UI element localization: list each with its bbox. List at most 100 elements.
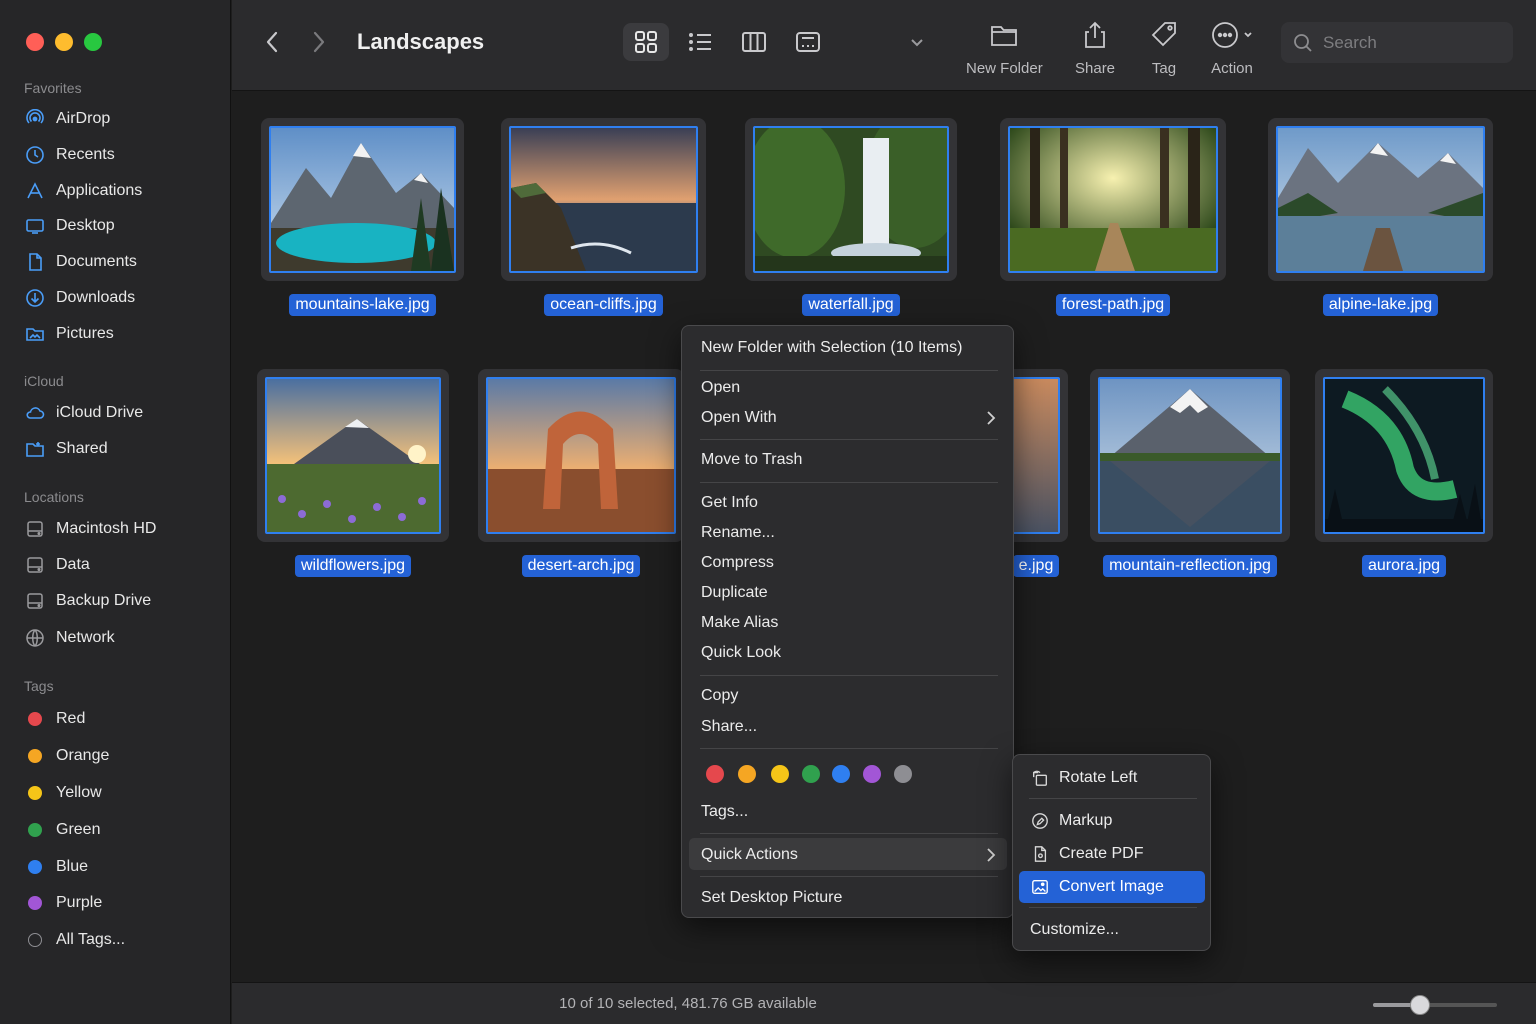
tag-dot-icon (28, 749, 42, 763)
file-item-waterfall[interactable]: waterfall.jpg (745, 118, 957, 316)
menu-item-quick-actions[interactable]: Quick Actions (701, 846, 996, 864)
menu-item-duplicate[interactable]: Duplicate (701, 584, 768, 602)
image-thumbnail (509, 126, 698, 273)
tag-color-green[interactable] (802, 765, 820, 783)
toolbar: Landscapes New Folder Share Tag Action (232, 0, 1536, 91)
slider-knob[interactable] (1410, 995, 1431, 1015)
more-options-icon (1212, 22, 1252, 48)
back-button[interactable] (257, 26, 287, 58)
tag-color-purple[interactable] (863, 765, 881, 783)
sidebar-tag-yellow[interactable]: Yellow (24, 779, 219, 807)
file-name: wildflowers.jpg (294, 555, 412, 577)
share-button[interactable]: Share (1075, 20, 1115, 77)
gallery-view-button[interactable] (785, 23, 831, 61)
sidebar-tag-purple[interactable]: Purple (24, 889, 219, 917)
menu-item-label: Open With (701, 409, 777, 426)
menu-item-move-to-trash[interactable]: Move to Trash (701, 451, 802, 469)
sidebar-item-data[interactable]: Data (24, 551, 219, 579)
menu-item-quick-look[interactable]: Quick Look (701, 644, 781, 662)
file-item-mountains-lake[interactable]: mountains-lake.jpg (261, 118, 464, 316)
action-button[interactable]: Action (1210, 20, 1254, 77)
sidebar-item-label: Data (56, 556, 90, 573)
menu-item-rename[interactable]: Rename... (701, 524, 775, 542)
submenu-item-customize[interactable]: Customize... (1030, 915, 1119, 945)
search-input[interactable] (1323, 32, 1503, 53)
sidebar-item-backup-drive[interactable]: Backup Drive (24, 587, 219, 615)
file-name: aurora.jpg (1361, 555, 1447, 577)
tag-color-red[interactable] (706, 765, 724, 783)
sidebar-item-label: Downloads (56, 289, 136, 306)
sidebar-item-icloud-drive[interactable]: iCloud Drive (24, 399, 219, 427)
new-folder-button[interactable]: New Folder (966, 20, 1043, 77)
sidebar-item-recents[interactable]: Recents (24, 141, 219, 169)
sidebar-tag-blue[interactable]: Blue (24, 853, 219, 881)
sidebar-item-macintosh-hd[interactable]: Macintosh HD (24, 515, 219, 543)
menu-item-set-desktop-picture[interactable]: Set Desktop Picture (701, 889, 842, 907)
download-icon (24, 287, 46, 309)
sidebar-item-label: All Tags... (56, 931, 126, 948)
sidebar-item-desktop[interactable]: Desktop (24, 212, 219, 240)
tag-color-orange[interactable] (738, 765, 756, 783)
list-icon (689, 33, 711, 51)
tag-color-gray[interactable] (894, 765, 912, 783)
menu-item-tags[interactable]: Tags... (701, 803, 748, 821)
columns-icon (742, 32, 766, 52)
shared-folder-icon (24, 438, 46, 460)
menu-item-share[interactable]: Share... (701, 718, 757, 736)
file-item-ocean-cliffs[interactable]: ocean-cliffs.jpg (501, 118, 706, 316)
menu-item-compress[interactable]: Compress (701, 554, 774, 572)
menu-separator (700, 439, 998, 440)
list-view-button[interactable] (677, 23, 723, 61)
tag-button[interactable]: Tag (1149, 20, 1179, 77)
icon-view-button[interactable] (623, 23, 669, 61)
sidebar-item-label: Backup Drive (56, 592, 152, 609)
menu-item-new-folder-with-selection[interactable]: New Folder with Selection (10 Items) (701, 339, 962, 357)
file-item-forest-path[interactable]: forest-path.jpg (1000, 118, 1226, 316)
file-item-mountain-reflection[interactable]: mountain-reflection.jpg (1090, 369, 1290, 577)
file-item-aurora[interactable]: aurora.jpg (1315, 369, 1493, 577)
submenu-item-markup[interactable]: Markup (1030, 806, 1112, 836)
sidebar-item-documents[interactable]: Documents (24, 248, 219, 276)
sidebar-item-applications[interactable]: Applications (24, 177, 219, 205)
section-title-icloud: iCloud (24, 373, 64, 389)
menu-item-make-alias[interactable]: Make Alias (701, 614, 778, 632)
tag-color-blue[interactable] (832, 765, 850, 783)
file-name: mountains-lake.jpg (289, 294, 436, 316)
minimize-window-button[interactable] (55, 33, 73, 51)
sidebar-all-tags[interactable]: All Tags... (24, 926, 219, 954)
menu-item-get-info[interactable]: Get Info (701, 494, 758, 512)
menu-item-label: Quick Actions (701, 846, 798, 863)
sidebar-item-network[interactable]: Network (24, 624, 219, 652)
sidebar-item-airdrop[interactable]: AirDrop (24, 105, 219, 133)
sidebar-item-shared[interactable]: Shared (24, 435, 219, 463)
file-item-alpine-lake[interactable]: alpine-lake.jpg (1268, 118, 1493, 316)
sidebar-item-pictures[interactable]: Pictures (24, 320, 219, 348)
image-thumbnail (1012, 377, 1060, 534)
menu-item-open-with[interactable]: Open With (701, 409, 996, 427)
menu-separator (700, 370, 998, 371)
forward-button[interactable] (304, 26, 334, 58)
zoom-window-button[interactable] (84, 33, 102, 51)
section-title-locations: Locations (24, 489, 84, 505)
sidebar-tag-orange[interactable]: Orange (24, 742, 219, 770)
close-window-button[interactable] (26, 33, 44, 51)
icon-size-slider[interactable] (1373, 995, 1497, 1015)
tool-label: Tag (1151, 60, 1177, 77)
sidebar-item-label: Blue (56, 858, 89, 875)
submenu-item-convert-image[interactable]: Convert Image (1030, 872, 1164, 902)
column-view-button[interactable] (731, 23, 777, 61)
submenu-item-create-pdf[interactable]: Create PDF (1030, 839, 1143, 869)
sidebar-item-downloads[interactable]: Downloads (24, 284, 219, 312)
search-field[interactable] (1281, 22, 1513, 63)
submenu-item-rotate-left[interactable]: Rotate Left (1030, 763, 1137, 793)
file-item-wildflowers[interactable]: wildflowers.jpg (257, 369, 449, 577)
file-item-desert-arch[interactable]: desert-arch.jpg (478, 369, 684, 577)
tag-color-yellow[interactable] (771, 765, 789, 783)
sidebar-item-label: Green (56, 821, 101, 838)
chevron-right-icon (987, 848, 996, 862)
sidebar-tag-green[interactable]: Green (24, 816, 219, 844)
sidebar-tag-red[interactable]: Red (24, 705, 219, 733)
menu-item-open[interactable]: Open (701, 379, 740, 397)
menu-item-copy[interactable]: Copy (701, 687, 738, 705)
group-by-dropdown[interactable] (894, 23, 940, 61)
